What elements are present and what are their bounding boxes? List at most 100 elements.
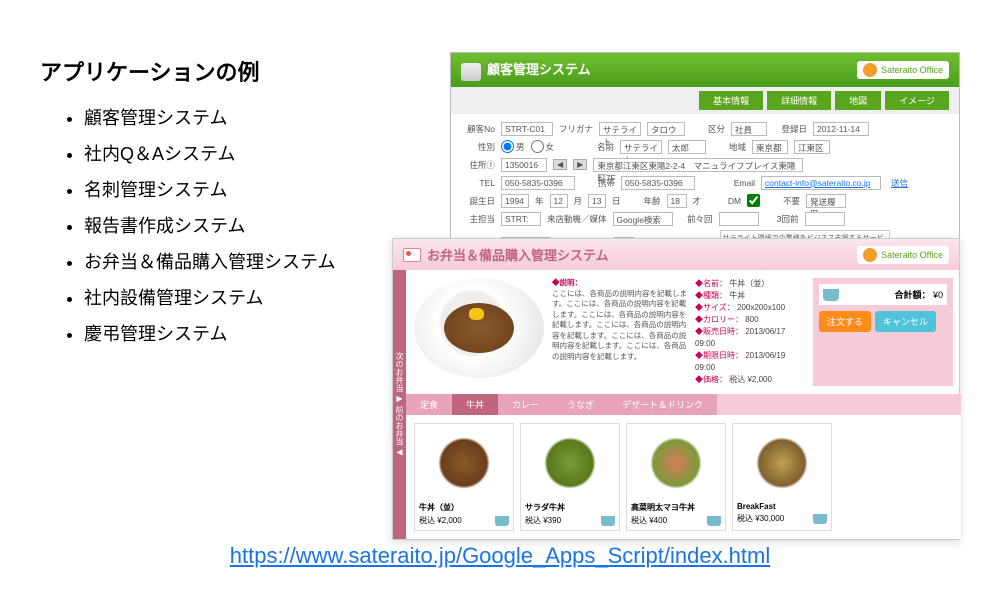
side-nav-tab[interactable]: 次のお弁当 ▶ 前のお弁当 ◀ (393, 270, 406, 539)
customer-no-field[interactable]: STRT-C01 (501, 122, 553, 136)
swirl-icon (863, 63, 877, 77)
list-item: 名刺管理システム (84, 172, 335, 208)
menu-item[interactable]: 牛丼（並）税込 ¥2,000 (414, 423, 514, 531)
lbl-region: 地域 (712, 141, 746, 153)
raiten-field[interactable]: Google検索 (613, 212, 673, 226)
add-cart-icon[interactable] (813, 514, 827, 524)
radio-female[interactable]: 女 (531, 140, 555, 153)
radio-male[interactable]: 男 (501, 140, 525, 153)
add-cart-icon[interactable] (495, 516, 509, 526)
name2-field[interactable]: 太郎 (668, 140, 706, 154)
lbl-mobile: 携帯 (581, 177, 615, 189)
bd-field[interactable]: 13 (588, 194, 606, 208)
kubun-field[interactable]: 社員 (731, 122, 767, 136)
tab-image[interactable]: イメージ (885, 91, 949, 110)
category-tabs: 定食 牛丼 カレー うなぎ デザート＆ドリンク (406, 394, 961, 415)
prev-button[interactable]: ◀ (553, 159, 567, 170)
bullet-list: 顧客管理システム 社内Q＆Aシステム 名刺管理システム 報告書作成システム お弁… (64, 100, 335, 352)
cat-tab[interactable]: デザート＆ドリンク (608, 394, 717, 415)
list-item: 報告書作成システム (84, 208, 335, 244)
lbl-furigana: フリガナ (559, 123, 593, 135)
lbl-sankai: 3回前 (765, 213, 799, 225)
specs: ◆名前： 牛丼（並） ◆種類： 牛丼 ◆サイズ： 200x200x100 ◆カロ… (695, 278, 805, 386)
age-field: 18 (667, 194, 687, 208)
app1-tabs: 基本情報 詳細情報 地図 イメージ (451, 87, 959, 114)
footer-link: https://www.sateraito.jp/Google_Apps_Scr… (0, 543, 1000, 569)
swirl-icon (863, 248, 877, 262)
database-icon (461, 63, 481, 81)
list-item: 社内Q＆Aシステム (84, 136, 335, 172)
bento-icon (403, 248, 421, 262)
brand-logo: Sateraito Office (857, 61, 949, 79)
list-item: 社内設備管理システム (84, 280, 335, 316)
menu-item[interactable]: BreakFast税込 ¥30,000 (732, 423, 832, 531)
lbl-zenzen: 前々回 (679, 213, 713, 225)
dm-check[interactable] (747, 194, 760, 207)
cat-tab[interactable]: うなぎ (553, 394, 608, 415)
list-item: 慶弔管理システム (84, 316, 335, 352)
lbl-dm: DM (707, 196, 741, 206)
zip-field[interactable]: 1350016 (501, 158, 547, 172)
food-thumb (525, 428, 615, 498)
bento-app-window: お弁当＆備品購入管理システム Sateraito Office 次のお弁当 ▶ … (392, 238, 960, 540)
lbl-kubun: 区分 (691, 123, 725, 135)
add-cart-icon[interactable] (707, 516, 721, 526)
tab-basic[interactable]: 基本情報 (699, 91, 763, 110)
app1-title: 顧客管理システム (487, 62, 591, 77)
food-thumb (631, 428, 721, 498)
lbl-name: 名前 (580, 141, 614, 153)
email-field[interactable]: contact-info@sateraito.co.jp (761, 176, 881, 190)
lbl-birthday: 誕生日 (461, 195, 495, 207)
list-item: お弁当＆備品購入管理システム (84, 244, 335, 280)
cancel-button[interactable]: キャンセル (875, 311, 936, 332)
food-image (414, 278, 544, 378)
cart-panel: 合計額： ¥0 注文する キャンセル (813, 278, 953, 386)
regdate-field[interactable]: 2012-11-14 (813, 122, 869, 136)
app2-title: お弁当＆備品購入管理システム (427, 245, 609, 264)
by-field[interactable]: 1994 (501, 194, 529, 208)
food-thumb (737, 428, 827, 498)
mobile-field[interactable]: 050-5835-0396 (621, 176, 695, 190)
lbl-gender: 性別 (461, 141, 495, 153)
app1-header: 顧客管理システム Sateraito Office (451, 53, 959, 87)
lbl-tantou: 主担当 (461, 213, 495, 225)
cat-tab[interactable]: カレー (498, 394, 553, 415)
tel-field[interactable]: 050-5835-0396 (501, 176, 575, 190)
tab-detail[interactable]: 詳細情報 (767, 91, 831, 110)
furigana1-field[interactable]: サテライト (599, 122, 641, 136)
region1-field[interactable]: 東京都 (752, 140, 788, 154)
tantou-field[interactable]: STRT: (501, 212, 541, 226)
add-cart-icon[interactable] (601, 516, 615, 526)
name1-field[interactable]: サテライト (620, 140, 662, 154)
food-thumb (419, 428, 509, 498)
lbl-raiten: 来店動機／媒体 (547, 213, 607, 225)
region2-field[interactable]: 江東区 (794, 140, 830, 154)
lbl-regdate: 登録日 (773, 123, 807, 135)
next-button[interactable]: ▶ (573, 159, 587, 170)
cat-tab[interactable]: 定食 (406, 394, 452, 415)
lbl-tel: TEL (461, 178, 495, 188)
list-item: 顧客管理システム (84, 100, 335, 136)
rireki-field[interactable]: 発送履歴 (806, 194, 846, 208)
slide-title: アプリケーションの例 (40, 55, 260, 87)
menu-item[interactable]: サラダ牛丼税込 ¥390 (520, 423, 620, 531)
brand-logo: Sateraito Office (857, 246, 949, 264)
lbl-age: 年齢 (627, 195, 661, 207)
menu-item[interactable]: 高菜明太マヨ牛丼税込 ¥400 (626, 423, 726, 531)
app2-header: お弁当＆備品購入管理システム Sateraito Office (393, 239, 959, 270)
furigana2-field[interactable]: タロウ (647, 122, 685, 136)
address-field[interactable]: 東京都江東区東陽2-2-4 マニュライフプレイス東陽町7F (593, 158, 803, 172)
lbl-fuyou: 不要 (766, 195, 800, 207)
tab-map[interactable]: 地図 (835, 91, 881, 110)
description: ◆説明：ここには、各商品の説明内容を記載します。ここには、各商品の説明内容を記載… (552, 278, 687, 386)
cart-icon (823, 289, 839, 301)
cat-tab[interactable]: 牛丼 (452, 394, 498, 415)
zenzen-field[interactable] (719, 212, 759, 226)
bm-field[interactable]: 12 (550, 194, 568, 208)
lbl-email: Email (721, 178, 755, 188)
send-link[interactable]: 送信 (891, 177, 908, 189)
sankai-field[interactable] (805, 212, 845, 226)
menu-grid: 牛丼（並）税込 ¥2,000 サラダ牛丼税込 ¥390 高菜明太マヨ牛丼税込 ¥… (406, 415, 961, 539)
order-button[interactable]: 注文する (819, 311, 871, 332)
url-link[interactable]: https://www.sateraito.jp/Google_Apps_Scr… (230, 543, 771, 568)
